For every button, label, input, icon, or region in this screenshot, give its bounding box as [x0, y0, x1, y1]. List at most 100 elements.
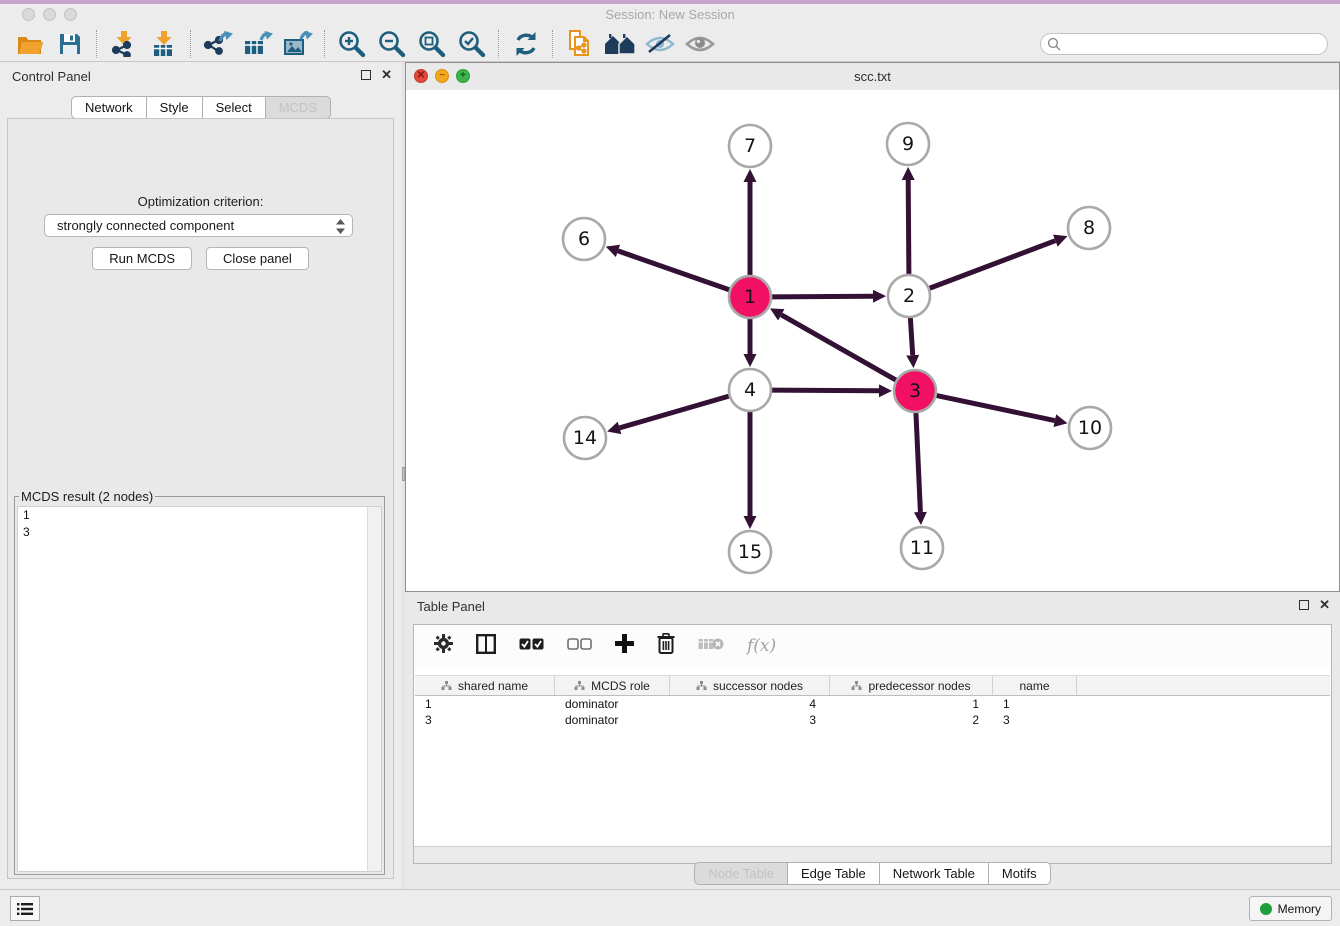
zoom-selected-button[interactable]: [452, 29, 492, 59]
control-panel-header: Control Panel ✕: [0, 62, 402, 90]
column-header-successor-nodes[interactable]: successor nodes: [670, 676, 830, 695]
application-window: Session: New Session: [0, 0, 1340, 926]
task-history-button[interactable]: [10, 896, 40, 921]
zoom-in-button[interactable]: [332, 29, 372, 59]
close-panel-button[interactable]: Close panel: [206, 247, 309, 270]
delete-table-icon: [698, 637, 724, 651]
cell-shared-name[interactable]: 3: [415, 712, 555, 728]
edge-2-3[interactable]: [910, 317, 912, 355]
tab-edge-table[interactable]: Edge Table: [787, 862, 880, 885]
cell-shared-name[interactable]: 1: [415, 696, 555, 712]
memory-button[interactable]: Memory: [1249, 896, 1332, 921]
node-10[interactable]: 10: [1069, 407, 1111, 449]
edge-3-10[interactable]: [936, 395, 1055, 420]
refresh-view-button[interactable]: [506, 29, 546, 59]
mcds-result-list[interactable]: 13: [17, 506, 382, 872]
node-label: 9: [902, 133, 914, 155]
close-panel-icon[interactable]: ✕: [381, 69, 392, 81]
show-graphics-details-button[interactable]: [680, 29, 720, 59]
table-row[interactable]: 1dominator411: [415, 696, 1330, 712]
edge-3-1[interactable]: [781, 315, 897, 381]
column-header-name[interactable]: name: [993, 676, 1077, 695]
search-icon: [1047, 37, 1061, 51]
export-network-button[interactable]: [198, 29, 238, 59]
optimization-criterion-label: Optimization criterion:: [8, 194, 393, 209]
node-6[interactable]: 6: [563, 218, 605, 260]
edge-1-6[interactable]: [618, 251, 730, 290]
tab-select[interactable]: Select: [202, 96, 266, 119]
column-header-predecessor-nodes[interactable]: predecessor nodes: [830, 676, 993, 695]
select-all-button[interactable]: [519, 637, 544, 655]
split-panel-button[interactable]: [476, 634, 496, 659]
node-14[interactable]: 14: [564, 417, 606, 459]
tab-node-table[interactable]: Node Table: [694, 862, 788, 885]
float-table-panel-icon[interactable]: [1299, 600, 1309, 610]
column-header-MCDS-role[interactable]: MCDS role: [555, 676, 670, 695]
tab-motifs[interactable]: Motifs: [988, 862, 1051, 885]
tab-network[interactable]: Network: [71, 96, 147, 119]
cell-MCDS-role[interactable]: dominator: [555, 696, 670, 712]
home-layout-button[interactable]: [600, 29, 640, 59]
deselect-all-button[interactable]: [567, 637, 592, 655]
delete-table-button[interactable]: [698, 637, 724, 656]
clone-network-icon: [566, 30, 594, 58]
node-15[interactable]: 15: [729, 531, 771, 573]
edge-2-8[interactable]: [929, 241, 1056, 289]
node-1[interactable]: 1: [729, 276, 771, 318]
cell-name[interactable]: 3: [993, 712, 1077, 728]
node-11[interactable]: 11: [901, 527, 943, 569]
cell-predecessor-nodes[interactable]: 2: [830, 712, 993, 728]
cell-MCDS-role[interactable]: dominator: [555, 712, 670, 728]
cell-name[interactable]: 1: [993, 696, 1077, 712]
cell-predecessor-nodes[interactable]: 1: [830, 696, 993, 712]
zoom-selected-icon: [458, 30, 486, 58]
cell-successor-nodes[interactable]: 4: [670, 696, 830, 712]
search-input[interactable]: [1040, 33, 1328, 55]
network-window-titlebar: ✕ − + scc.txt: [406, 63, 1339, 91]
hide-graphics-details-button[interactable]: [640, 29, 680, 59]
import-network-button[interactable]: [104, 29, 144, 59]
delete-column-button[interactable]: [657, 633, 675, 659]
column-header-shared-name[interactable]: shared name: [415, 676, 555, 695]
table-panel: Table Panel ✕: [405, 592, 1340, 890]
tab-network-table[interactable]: Network Table: [879, 862, 989, 885]
add-column-button[interactable]: [615, 634, 634, 658]
zoom-fit-button[interactable]: [412, 29, 452, 59]
tab-style[interactable]: Style: [146, 96, 203, 119]
edge-1-2[interactable]: [771, 296, 873, 297]
table-row[interactable]: 3dominator323: [415, 712, 1330, 728]
edge-4-3[interactable]: [771, 390, 879, 391]
export-image-button[interactable]: [278, 29, 318, 59]
cell-successor-nodes[interactable]: 3: [670, 712, 830, 728]
close-table-panel-icon[interactable]: ✕: [1319, 599, 1330, 611]
zoom-out-button[interactable]: [372, 29, 412, 59]
import-table-button[interactable]: [144, 29, 184, 59]
optimization-criterion-select[interactable]: strongly connected component: [44, 214, 353, 237]
export-table-button[interactable]: [238, 29, 278, 59]
node-4[interactable]: 4: [729, 369, 771, 411]
edge-4-14[interactable]: [620, 396, 730, 428]
run-mcds-button[interactable]: Run MCDS: [92, 247, 192, 270]
float-panel-icon[interactable]: [361, 70, 371, 80]
function-builder-button[interactable]: f(x): [747, 636, 776, 656]
node-3[interactable]: 3: [894, 370, 936, 412]
tab-mcds[interactable]: MCDS: [265, 96, 331, 119]
network-canvas[interactable]: 7 9 6 8 1 2 4 3 14 10 15 11: [406, 90, 1339, 591]
node-8[interactable]: 8: [1068, 207, 1110, 249]
node-7[interactable]: 7: [729, 125, 771, 167]
result-scrollbar[interactable]: [367, 507, 381, 871]
node-label: 11: [910, 537, 934, 559]
table-horizontal-scrollbar[interactable]: [414, 846, 1331, 863]
save-session-button[interactable]: [50, 29, 90, 59]
column-header-label: MCDS role: [591, 679, 650, 693]
node-2[interactable]: 2: [888, 275, 930, 317]
edge-3-11[interactable]: [916, 412, 921, 512]
clone-network-button[interactable]: [560, 29, 600, 59]
node-9[interactable]: 9: [887, 123, 929, 165]
edge-2-9[interactable]: [908, 180, 909, 275]
refresh-icon: [513, 31, 539, 57]
import-network-icon: [110, 31, 138, 57]
open-session-button[interactable]: [10, 29, 50, 59]
table-settings-button[interactable]: [434, 634, 453, 658]
column-type-icon: [441, 681, 452, 691]
